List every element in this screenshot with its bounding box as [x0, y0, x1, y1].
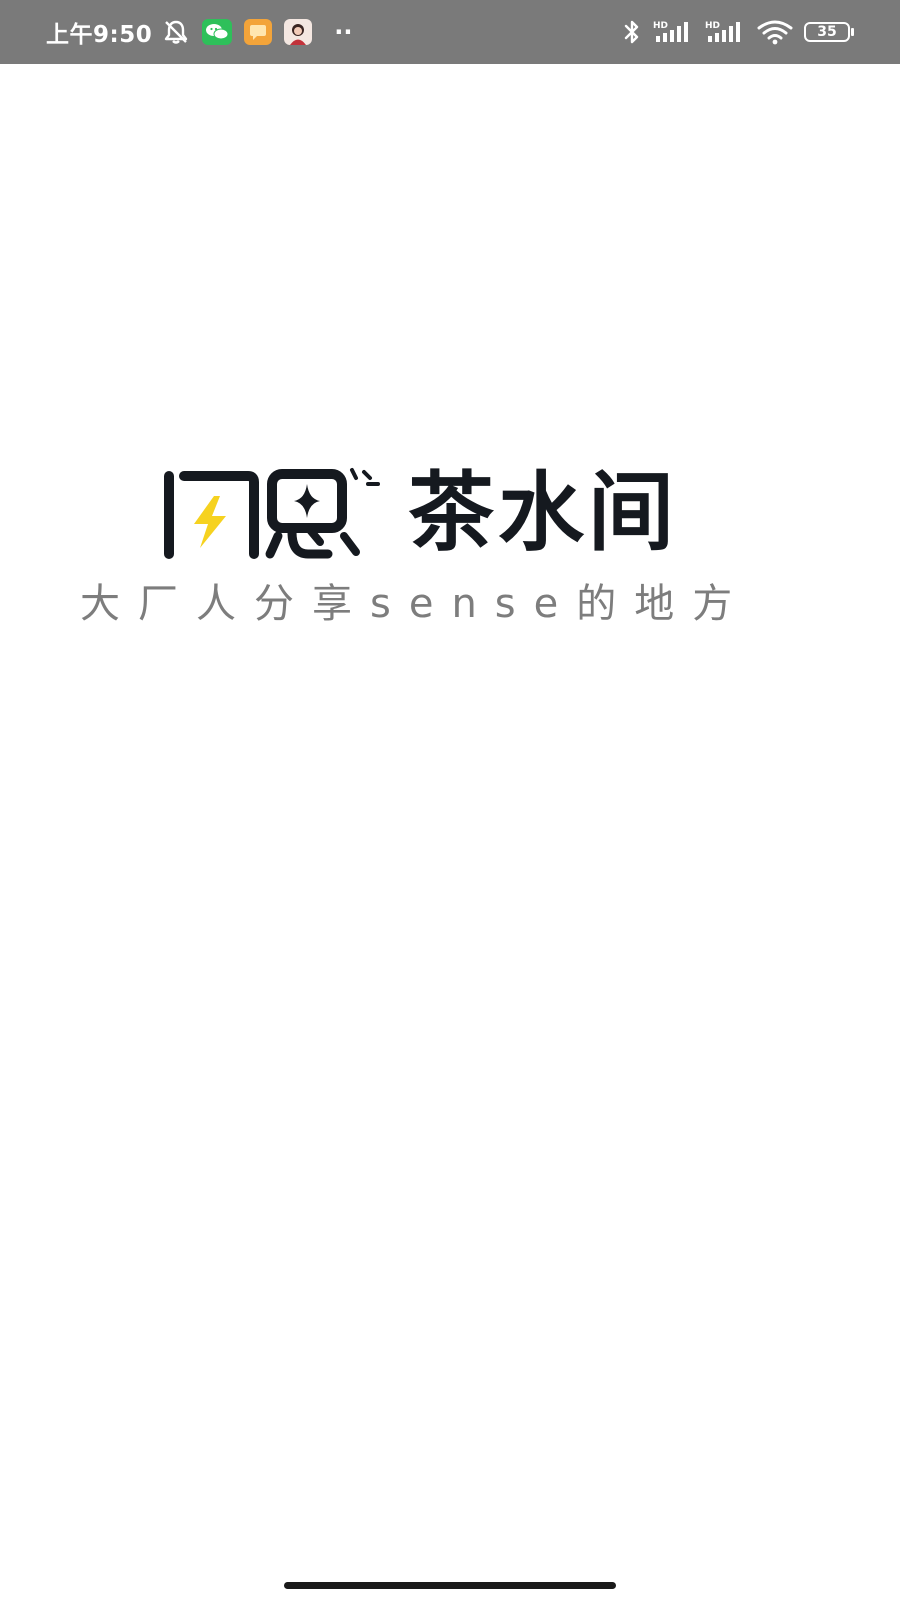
home-indicator[interactable] [284, 1582, 616, 1589]
status-bar: 上午9:50 ·· HD HD 35 [0, 0, 900, 64]
wechat-icon [202, 19, 233, 45]
message-app-icon [244, 19, 273, 45]
bluetooth-icon [622, 18, 642, 46]
battery-icon: 35 [804, 21, 854, 43]
status-right: HD HD 35 [622, 0, 854, 64]
tagline: 大厂人分享sense的地方 [80, 581, 751, 627]
hd-signal-icon: HD [652, 18, 694, 46]
status-time: 上午9:50 [46, 22, 153, 48]
battery-level: 35 [804, 22, 850, 42]
logo-title: 茶水间 [408, 463, 678, 563]
avatar-app-icon [284, 19, 313, 45]
bell-off-icon [162, 18, 190, 46]
app-logo: 茶水间 [0, 458, 900, 568]
svg-text:HD: HD [705, 21, 720, 31]
status-left: 上午9:50 ·· [46, 0, 352, 64]
hd-signal-icon: HD [704, 18, 746, 46]
battery-tip [851, 28, 854, 36]
overflow-dots: ·· [334, 18, 353, 46]
svg-text:HD: HD [653, 21, 668, 31]
wifi-icon [756, 18, 794, 46]
splash-screen: 上午9:50 ·· HD HD 35 茶水间 大厂人分享sense的地方 [0, 0, 900, 1600]
lightning-bolt-icon [194, 496, 226, 548]
logo-mark [160, 466, 400, 562]
